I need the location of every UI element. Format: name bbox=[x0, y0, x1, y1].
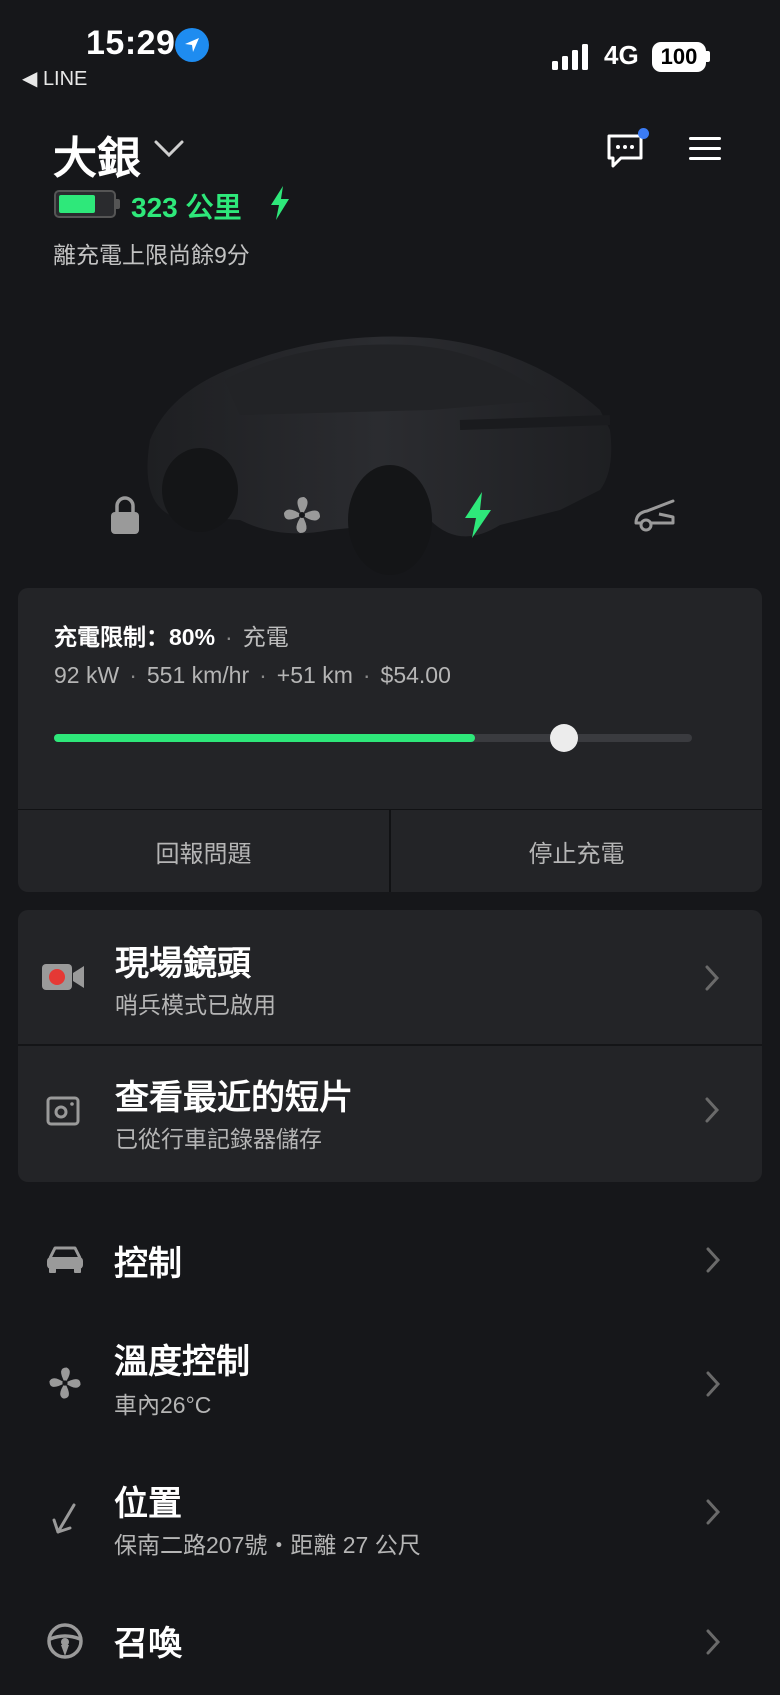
location-title: 位置 bbox=[114, 1485, 182, 1523]
controls-title: 控制 bbox=[114, 1245, 182, 1283]
charging-bolt-icon bbox=[271, 186, 289, 220]
recent-clips-title: 查看最近的短片 bbox=[115, 1079, 353, 1117]
summon-title: 召喚 bbox=[114, 1625, 182, 1663]
charge-rate: 551 km/hr bbox=[146, 662, 250, 688]
menu-item-climate[interactable]: 溫度控制 車內26°C bbox=[0, 1330, 780, 1430]
status-time: 15:29 bbox=[86, 24, 176, 62]
menu-item-location[interactable]: 位置 保南二路207號・距離 27 公尺 bbox=[0, 1476, 780, 1570]
climate-button[interactable] bbox=[272, 490, 332, 540]
charging-card: 充電限制：80% · 充電 92 kW · 551 km/hr · +51 km · $54.0… bbox=[18, 588, 762, 892]
chevron-right-icon bbox=[706, 1629, 721, 1655]
climate-subtitle: 車內26°C bbox=[114, 1392, 212, 1418]
network-type: 4G bbox=[604, 40, 639, 70]
car-battery-tip bbox=[116, 199, 120, 209]
phone-battery-tip bbox=[706, 51, 710, 62]
dashcam-icon bbox=[46, 1096, 80, 1126]
camera-card: 現場鏡頭 哨兵模式已啟用 查看最近的短片 已從行車記錄器儲存 bbox=[18, 910, 762, 1182]
car-battery-icon bbox=[54, 190, 116, 218]
lock-icon bbox=[111, 496, 139, 534]
steering-wheel-icon bbox=[47, 1623, 83, 1659]
charge-cost: $54.00 bbox=[380, 662, 451, 688]
chevron-right-icon bbox=[706, 1499, 721, 1525]
stop-charging-button[interactable]: 停止充電 bbox=[391, 810, 762, 892]
hamburger-menu-icon[interactable] bbox=[689, 134, 721, 162]
video-camera-icon bbox=[42, 964, 84, 990]
live-camera-row[interactable]: 現場鏡頭 哨兵模式已啟用 bbox=[18, 910, 762, 1044]
charge-port-button[interactable] bbox=[448, 490, 508, 540]
live-camera-title: 現場鏡頭 bbox=[115, 945, 251, 983]
location-subtitle: 保南二路207號・距離 27 公尺 bbox=[114, 1532, 421, 1558]
charge-limit-slider-knob[interactable] bbox=[550, 724, 579, 752]
charge-level-fill bbox=[54, 734, 476, 742]
cellular-signal-icon bbox=[552, 44, 588, 70]
chevron-right-icon bbox=[706, 1247, 721, 1273]
report-issue-button[interactable]: 回報問題 bbox=[18, 810, 389, 892]
chevron-right-icon bbox=[705, 1097, 720, 1123]
charge-status: 充電 bbox=[242, 624, 289, 650]
fan-icon bbox=[284, 497, 320, 533]
range-value: 323 公里 bbox=[131, 192, 242, 223]
recent-clips-subtitle: 已從行車記錄器儲存 bbox=[115, 1126, 322, 1152]
menu-item-summon[interactable]: 召喚 bbox=[0, 1610, 780, 1670]
car-icon bbox=[47, 1246, 83, 1273]
chevron-right-icon bbox=[705, 965, 720, 991]
location-arrow-icon bbox=[175, 28, 209, 62]
charge-bolt-icon bbox=[465, 492, 491, 538]
trunk-button[interactable] bbox=[626, 490, 686, 540]
phone-battery-indicator: 100 bbox=[652, 42, 706, 72]
trunk-icon bbox=[634, 499, 675, 532]
back-to-app-link[interactable]: ◀ LINE bbox=[22, 66, 87, 91]
location-arrow-icon bbox=[52, 1503, 76, 1534]
charge-time-remaining: 離充電上限尚餘9分 bbox=[53, 242, 250, 268]
notification-dot bbox=[638, 128, 649, 139]
charge-power: 92 kW bbox=[54, 662, 120, 688]
chevron-down-icon[interactable] bbox=[152, 136, 186, 160]
chevron-right-icon bbox=[706, 1371, 721, 1397]
fan-icon bbox=[49, 1367, 81, 1399]
recent-clips-row[interactable]: 查看最近的短片 已從行車記錄器儲存 bbox=[18, 1046, 762, 1180]
charge-limit-line: 充電限制：80% · 充電 bbox=[54, 624, 289, 650]
menu-item-controls[interactable]: 控制 bbox=[0, 1230, 780, 1290]
live-camera-subtitle: 哨兵模式已啟用 bbox=[115, 992, 276, 1018]
climate-title: 溫度控制 bbox=[114, 1343, 250, 1381]
car-image bbox=[147, 336, 612, 575]
lock-button[interactable] bbox=[95, 490, 155, 540]
charge-stats-line: 92 kW · 551 km/hr · +51 km · $54.00 bbox=[54, 662, 451, 688]
charge-added-range: +51 km bbox=[276, 662, 353, 688]
charge-limit: 充電限制：80% bbox=[54, 624, 216, 650]
car-name[interactable]: 大銀 bbox=[53, 122, 141, 186]
